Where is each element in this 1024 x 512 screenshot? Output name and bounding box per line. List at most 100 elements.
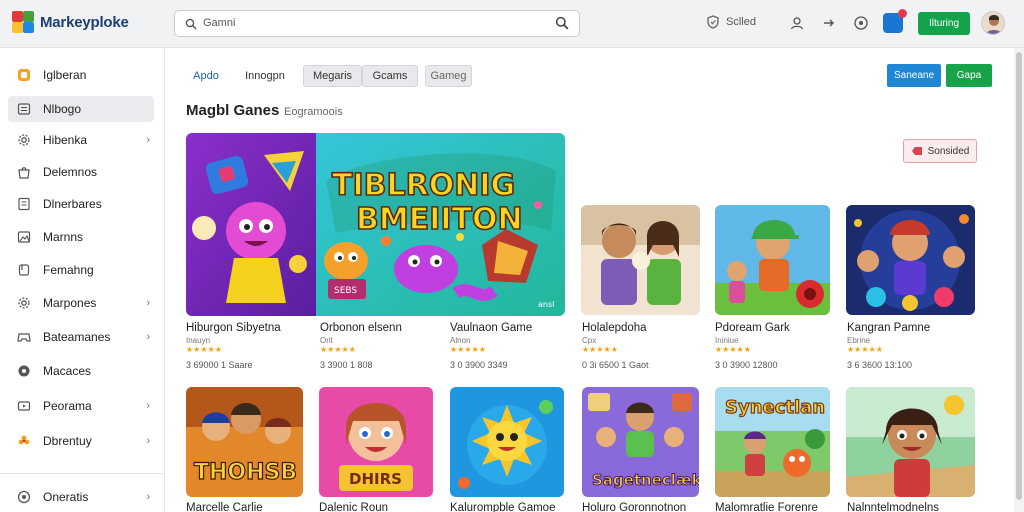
- game-title[interactable]: Kalurompble Gamoe: [450, 502, 555, 512]
- tab-0[interactable]: Apdo: [186, 65, 226, 87]
- sidebar-item-4[interactable]: Dlnerbares: [8, 191, 154, 217]
- gear-icon: [16, 295, 32, 311]
- chevron-right-icon: ›: [146, 435, 150, 447]
- chevron-right-icon: ›: [146, 331, 150, 343]
- rating-stars: ★★★★★: [450, 345, 486, 354]
- tag-icon: [911, 147, 922, 155]
- game-title[interactable]: Vaulnaon Game: [450, 322, 532, 334]
- tab-1[interactable]: Innogpn: [236, 65, 294, 87]
- chevron-right-icon: ›: [146, 491, 150, 503]
- game-title[interactable]: Malomratlie Forenre: [715, 502, 818, 512]
- rating-stars: ★★★★★: [582, 345, 618, 354]
- controller-icon: [16, 329, 32, 345]
- game-title[interactable]: Pdoream Gark: [715, 322, 790, 334]
- game-thumbnail[interactable]: THOHSB: [186, 387, 303, 497]
- avatar[interactable]: [981, 11, 1005, 35]
- rating-stars: ★★★★★: [186, 345, 222, 354]
- banner-title-line1: TIBLRONIG: [332, 168, 515, 203]
- section-title: Magbl Ganes: [186, 102, 280, 119]
- sidebar-item-6[interactable]: Femahng: [8, 257, 154, 283]
- game-thumbnail[interactable]: Synectlan: [715, 387, 830, 497]
- bag-icon: [16, 164, 32, 180]
- sidebar-item-10[interactable]: Peorama ›: [8, 393, 154, 419]
- secondary-action-button[interactable]: Gapa: [946, 64, 992, 87]
- chevron-right-icon: ›: [146, 400, 150, 412]
- sidebar-item-label: Nlbogo: [43, 102, 82, 116]
- game-meta: 3 6 3600 13:100: [847, 360, 913, 370]
- primary-action-button[interactable]: Saneane: [887, 64, 941, 87]
- game-thumbnail[interactable]: [846, 205, 975, 315]
- video-icon: [16, 398, 32, 414]
- scrollbar-thumb[interactable]: [1016, 52, 1022, 500]
- game-publisher: Orit: [320, 336, 333, 345]
- sidebar-item-1[interactable]: Nlbogo: [8, 96, 154, 122]
- sidebar-item-label: Dbrentuy: [43, 434, 92, 448]
- game-publisher: Ebrine: [847, 336, 871, 345]
- chevron-right-icon: ›: [146, 134, 150, 146]
- rating-stars: ★★★★★: [715, 345, 751, 354]
- solved-indicator[interactable]: Sclled: [706, 15, 756, 29]
- game-title[interactable]: Kangran Pamne: [847, 322, 930, 334]
- game-meta: 3 69000 1 Saare: [186, 360, 253, 370]
- sidebar-item-label: Hibenka: [43, 133, 88, 147]
- sidebar-item-9[interactable]: Macaces: [8, 358, 154, 384]
- logo-icon: [12, 11, 34, 33]
- game-title[interactable]: Marcelle Carlie: [186, 502, 263, 512]
- notification-icon[interactable]: [883, 9, 907, 33]
- sidebar-item-7[interactable]: Marpones ›: [8, 290, 154, 316]
- game-thumbnail[interactable]: [450, 387, 564, 497]
- sidebar-item-3[interactable]: Delemnos: [8, 159, 154, 185]
- top-action-button[interactable]: Ilturing: [918, 12, 970, 35]
- game-title[interactable]: Holuro Goronnotnon: [582, 502, 686, 512]
- app-name: Markeyploke: [40, 13, 129, 31]
- game-title[interactable]: Dalenic Roun: [319, 502, 388, 512]
- sidebar-divider: [0, 473, 165, 474]
- record-icon: [16, 363, 32, 379]
- thumbnail-art-text: Synectlan: [725, 397, 825, 418]
- shield-icon: [707, 15, 719, 29]
- subscribed-button[interactable]: Sonsided: [903, 139, 977, 163]
- game-title[interactable]: Hiburgon Sibyetna: [186, 322, 281, 334]
- chevron-right-icon: ›: [146, 297, 150, 309]
- search-submit-icon[interactable]: [555, 16, 569, 35]
- share-icon[interactable]: [820, 14, 838, 32]
- game-thumbnail[interactable]: Sagetneclæk: [582, 387, 699, 497]
- rating-stars: ★★★★★: [847, 345, 883, 354]
- tab-4[interactable]: Gameg: [425, 65, 472, 87]
- rating-stars: ★★★★★: [320, 345, 356, 354]
- sidebar: Iglberan Nlbogo Hibenka › Delemnos Dlner…: [0, 48, 165, 512]
- sidebar-item-2[interactable]: Hibenka ›: [8, 127, 154, 153]
- search-input[interactable]: Gamni: [174, 10, 580, 37]
- search-placeholder: Gamni: [203, 17, 236, 29]
- banner-title-line2: BMEIITON: [356, 202, 523, 237]
- sidebar-footer-item[interactable]: Oneratis ›: [8, 484, 154, 510]
- sidebar-item-5[interactable]: Marnns: [8, 224, 154, 250]
- app-logo[interactable]: Markeyploke: [12, 11, 129, 33]
- thumbnail-art-text: Sagetneclæk: [592, 471, 699, 489]
- featured-banner[interactable]: TIBLRONIG BMEIITON SEBS ansl: [186, 133, 565, 316]
- sidebar-item-label: Macaces: [43, 364, 92, 378]
- sidebar-item-0[interactable]: Iglberan: [8, 62, 154, 88]
- flower-icon: [16, 433, 32, 449]
- game-title[interactable]: Nalnntelmodnelns: [847, 502, 939, 512]
- game-title[interactable]: Holalepdoha: [582, 322, 647, 334]
- game-meta: 3 0 3900 12800: [715, 360, 778, 370]
- game-title[interactable]: Orbonon elsenn: [320, 322, 402, 334]
- game-meta: 3 0 3900 3349: [450, 360, 508, 370]
- gamepad-icon[interactable]: [852, 14, 870, 32]
- game-thumbnail[interactable]: [581, 205, 700, 315]
- tab-2[interactable]: Megaris: [303, 65, 362, 87]
- sidebar-item-8[interactable]: Bateamanes ›: [8, 324, 154, 350]
- user-icon[interactable]: [788, 14, 806, 32]
- game-thumbnail[interactable]: DHIRS: [319, 387, 433, 497]
- thumbnail-art-text: THOHSB: [194, 460, 297, 485]
- game-thumbnail[interactable]: [846, 387, 975, 497]
- tab-3[interactable]: Gcams: [362, 65, 418, 87]
- game-publisher: Cpx: [582, 336, 597, 345]
- thumbnail-art-text: DHIRS: [349, 470, 402, 488]
- sidebar-item-11[interactable]: Dbrentuy ›: [8, 428, 154, 454]
- game-thumbnail[interactable]: [715, 205, 830, 315]
- image-icon: [16, 229, 32, 245]
- sidebar-item-label: Dlnerbares: [43, 197, 102, 211]
- gear-icon: [16, 132, 32, 148]
